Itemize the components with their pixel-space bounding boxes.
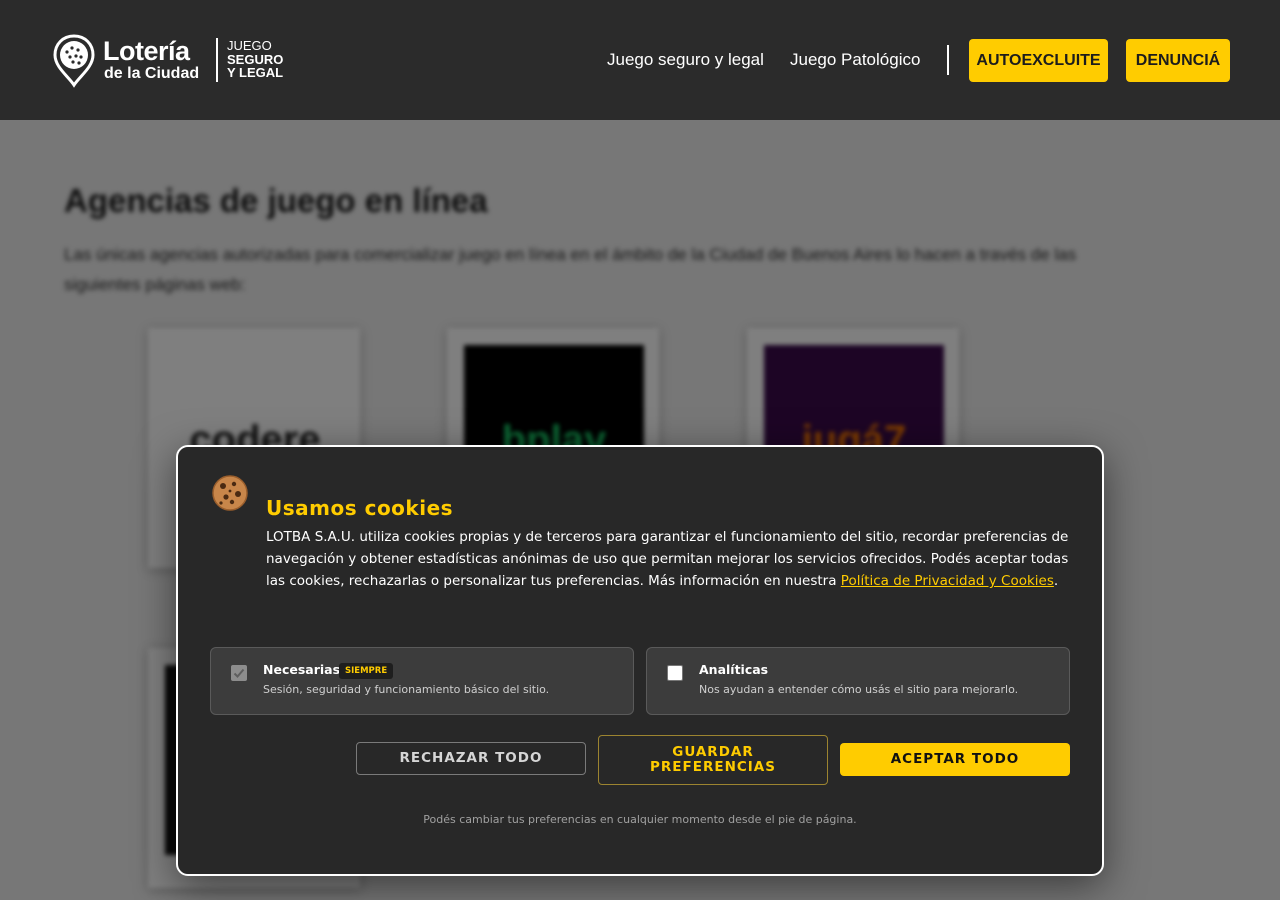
privacy-policy-link[interactable]: Política de Privacidad y Cookies [841,573,1054,589]
report-button[interactable]: DENUNCIÁ [1126,39,1230,82]
logo-tagline: JUEGO SEGURO Y LEGAL [227,39,283,80]
cookie-dialog-title: Usamos cookies [266,496,454,520]
save-preferences-button[interactable]: GUARDAR PREFERENCIAS [598,735,828,785]
analytics-checkbox[interactable] [667,665,683,681]
location-pin-logo-icon [53,34,95,88]
pref-analytics-name: Analíticas [699,662,769,677]
cookie-icon [212,475,248,511]
pref-analytics[interactable]: Analíticas Nos ayudan a entender cómo us… [646,647,1070,715]
nav-link-pathological-gaming[interactable]: Juego Patológico [790,50,920,70]
always-badge: SIEMPRE [339,663,394,679]
nav-link-safe-gaming[interactable]: Juego seguro y legal [607,50,764,70]
logo-subtitle: de la Ciudad [104,65,200,82]
pref-necessary-description: Sesión, seguridad y funcionamiento básic… [263,683,550,696]
self-exclude-button[interactable]: AUTOEXCLUITE [969,39,1108,82]
necessary-checkbox [231,665,247,681]
checkmark-icon [233,668,245,678]
logo-title: Lotería [103,36,190,66]
pref-necessary-name: Necesarias [263,662,341,677]
logo-tagline-line2: SEGURO [227,51,284,67]
pref-analytics-description: Nos ayudan a entender cómo usás el sitio… [699,683,1019,696]
pref-necessary: Necesarias SIEMPRE Sesión, seguridad y f… [210,647,634,715]
site-header: Lotería de la Ciudad JUEGO SEGURO Y LEGA… [0,0,1280,120]
nav-divider [947,45,949,75]
logo-tagline-line3: Y LEGAL [227,65,284,80]
cookie-consent-dialog: Usamos cookies LOTBA S.A.U. utiliza cook… [176,445,1104,876]
site-logo[interactable]: Lotería de la Ciudad JUEGO SEGURO Y LEGA… [53,34,298,88]
logo-divider [216,38,218,82]
logo-tagline-line1: JUEGO [227,38,272,53]
cookie-dialog-description: LOTBA S.A.U. utiliza cookies propias y d… [266,529,1069,589]
accept-all-button[interactable]: ACEPTAR TODO [840,743,1070,776]
cookie-dialog-footer: Podés cambiar tus preferencias en cualqu… [423,813,857,826]
reject-all-button[interactable]: RECHAZAR TODO [356,742,586,775]
